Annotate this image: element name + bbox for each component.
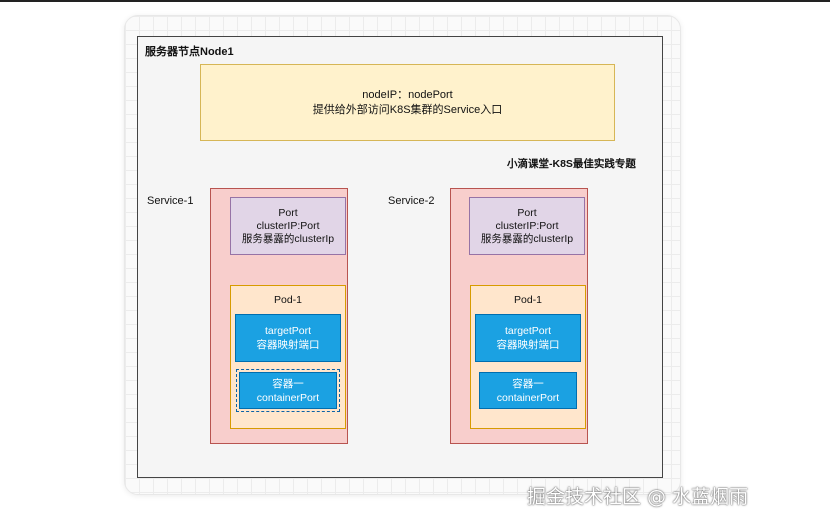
target-port-line-1: targetPort [264,325,312,337]
port-line-1: Port [517,206,537,219]
target-port-box[interactable]: targetPort 容器映射端口 [235,314,341,362]
container-line-2: containerPort [496,391,560,404]
container-line-1: 容器一 [512,377,544,390]
port-line-3: 服务暴露的clusterIp [241,232,335,245]
subject-label: 小滴课堂-K8S最佳实践专题 [507,158,636,170]
port-line-2: clusterIP:Port [256,219,320,232]
port-line-2: clusterIP:Port [495,219,559,232]
watermark-text: 掘金技术社区 @ 水蓝烟雨 [527,486,749,508]
node-title: 服务器节点Node1 [145,46,234,58]
service-1-pod-box[interactable]: Pod-1 targetPort 容器映射端口 容器一 containerPor… [230,285,346,429]
service-1-port-box[interactable]: Port clusterIP:Port 服务暴露的clusterIp [230,197,346,255]
pod-title: Pod-1 [273,294,303,306]
service-2-port-box[interactable]: Port clusterIP:Port 服务暴露的clusterIp [469,197,585,255]
top-border-line [0,0,830,2]
target-port-box[interactable]: targetPort 容器映射端口 [475,314,581,362]
container-box[interactable]: 容器一 containerPort [479,372,577,409]
port-line-3: 服务暴露的clusterIp [480,232,574,245]
container-line-2: containerPort [256,391,320,404]
entry-line-2: 提供给外部访问K8S集群的Service入口 [312,103,503,116]
entry-line-1: nodeIP：nodePort [362,88,453,101]
service-1-label: Service-1 [147,195,194,207]
container-box[interactable]: 容器一 containerPort [236,369,340,412]
service-2-label: Service-2 [388,195,435,207]
pod-title: Pod-1 [513,294,543,306]
container-line-1: 容器一 [272,377,304,390]
node-entry-box[interactable]: nodeIP：nodePort 提供给外部访问K8S集群的Service入口 [200,64,615,141]
target-port-line-2: 容器映射端口 [256,339,320,351]
port-line-1: Port [278,206,298,219]
target-port-line-2: 容器映射端口 [496,339,560,351]
service-2-pod-box[interactable]: Pod-1 targetPort 容器映射端口 容器一 containerPor… [470,285,586,429]
target-port-line-1: targetPort [504,325,552,337]
